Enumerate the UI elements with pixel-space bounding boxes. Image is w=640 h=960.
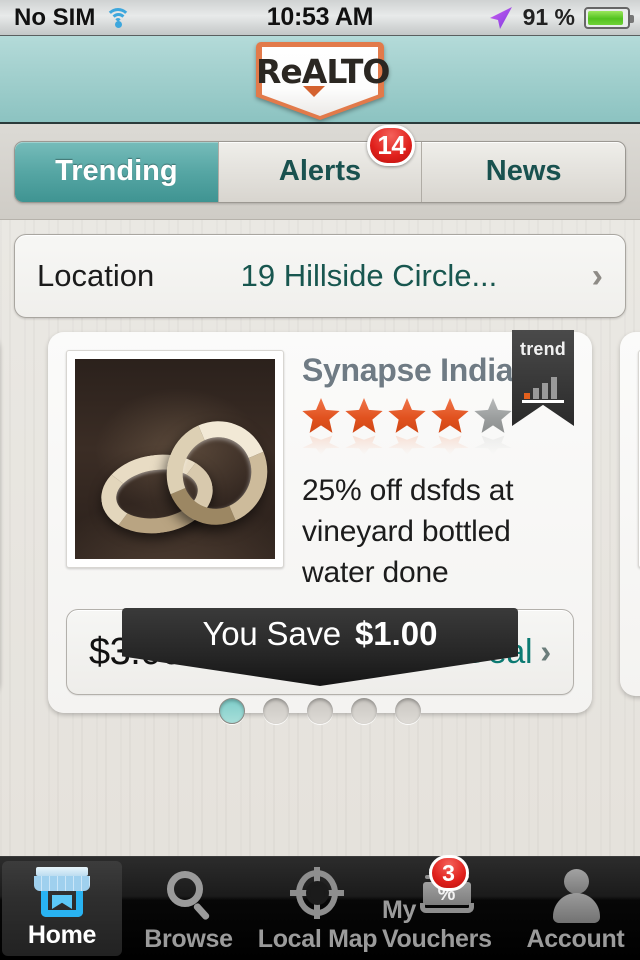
chevron-right-icon: › [591, 257, 603, 295]
location-value: 19 Hillside Circle... [240, 258, 498, 293]
tab-news[interactable]: News [422, 142, 625, 202]
status-bar-right: 91 % [486, 4, 634, 31]
app-header: ReALTO [0, 36, 640, 124]
battery-percent-label: 91 % [522, 4, 575, 30]
deal-card-top: Synapse India 25% off dsfds at vineyard … [48, 330, 592, 593]
bottom-nav-label-local-map: Local Map [257, 925, 378, 953]
pager-dot-3[interactable] [307, 698, 333, 724]
bottom-nav-item-my-vouchers[interactable]: % 3 My Vouchers [382, 855, 511, 960]
star-5 [474, 398, 512, 454]
star-1 [302, 398, 340, 454]
wedding-rings-photo [75, 359, 275, 559]
you-save-banner: You Save $1.00 [122, 608, 518, 686]
alerts-badge: 14 [367, 124, 416, 166]
tab-trending[interactable]: Trending [15, 141, 219, 202]
segmented-control-bar: Trending Alerts 14 News [0, 124, 640, 220]
battery-icon [584, 6, 634, 29]
bar-chart-icon [524, 375, 562, 399]
you-save-label: You Save [202, 615, 341, 652]
you-save-banner-wrap: You Save $1.00 [0, 608, 640, 686]
location-selector[interactable]: Location 19 Hillside Circle... › [14, 234, 626, 318]
crosshair-icon [286, 865, 350, 923]
star-4 [431, 398, 469, 454]
bottom-nav-label-browse: Browse [144, 925, 233, 953]
pager-dot-4[interactable] [351, 698, 377, 724]
deal-description: 25% off dsfds at vineyard bottled water … [302, 474, 514, 589]
app-screen: No SIM 10:53 AM 91 % ReALTO Trending Ale… [0, 0, 640, 960]
realto-logo-icon: ReALTO [256, 42, 390, 120]
pager-dot-1[interactable] [219, 698, 245, 724]
tab-alerts-label: Alerts [278, 155, 362, 187]
status-bar: No SIM 10:53 AM 91 % [0, 0, 640, 36]
carousel-pager[interactable] [0, 698, 640, 724]
person-icon [544, 865, 608, 923]
star-3 [388, 398, 426, 454]
bottom-nav-label-account: Account [526, 925, 625, 953]
pager-dot-5[interactable] [395, 698, 421, 724]
bottom-nav-label-home: Home [27, 921, 97, 949]
location-arrow-icon [489, 6, 512, 29]
bottom-nav-item-browse[interactable]: Browse [124, 857, 253, 960]
star-2 [345, 398, 383, 454]
location-label: Location [37, 258, 155, 293]
storefront-icon [30, 861, 94, 919]
magnifier-icon [157, 865, 221, 923]
bottom-nav-item-home[interactable]: Home [2, 861, 122, 956]
you-save-amount: $1.00 [354, 615, 438, 652]
bottom-nav-bar: Home Browse Local Map % 3 My Vouchers Ac… [0, 855, 640, 960]
tab-alerts[interactable]: Alerts 14 [219, 124, 423, 202]
voucher-percent-icon: % 3 [415, 855, 479, 913]
bottom-nav-item-account[interactable]: Account [511, 857, 640, 960]
pager-dot-2[interactable] [263, 698, 289, 724]
segmented-control: Trending Alerts 14 News [14, 124, 626, 203]
bottom-nav-item-local-map[interactable]: Local Map [253, 857, 382, 960]
vouchers-badge: 3 [428, 855, 469, 891]
tab-trending-label: Trending [55, 155, 178, 187]
tab-news-label: News [485, 155, 562, 187]
logo-triangle-icon [303, 86, 325, 97]
deal-image-frame [66, 350, 284, 568]
trend-ribbon-label: trend [520, 339, 566, 359]
main-content: Location 19 Hillside Circle... › Synapse… [0, 220, 640, 856]
